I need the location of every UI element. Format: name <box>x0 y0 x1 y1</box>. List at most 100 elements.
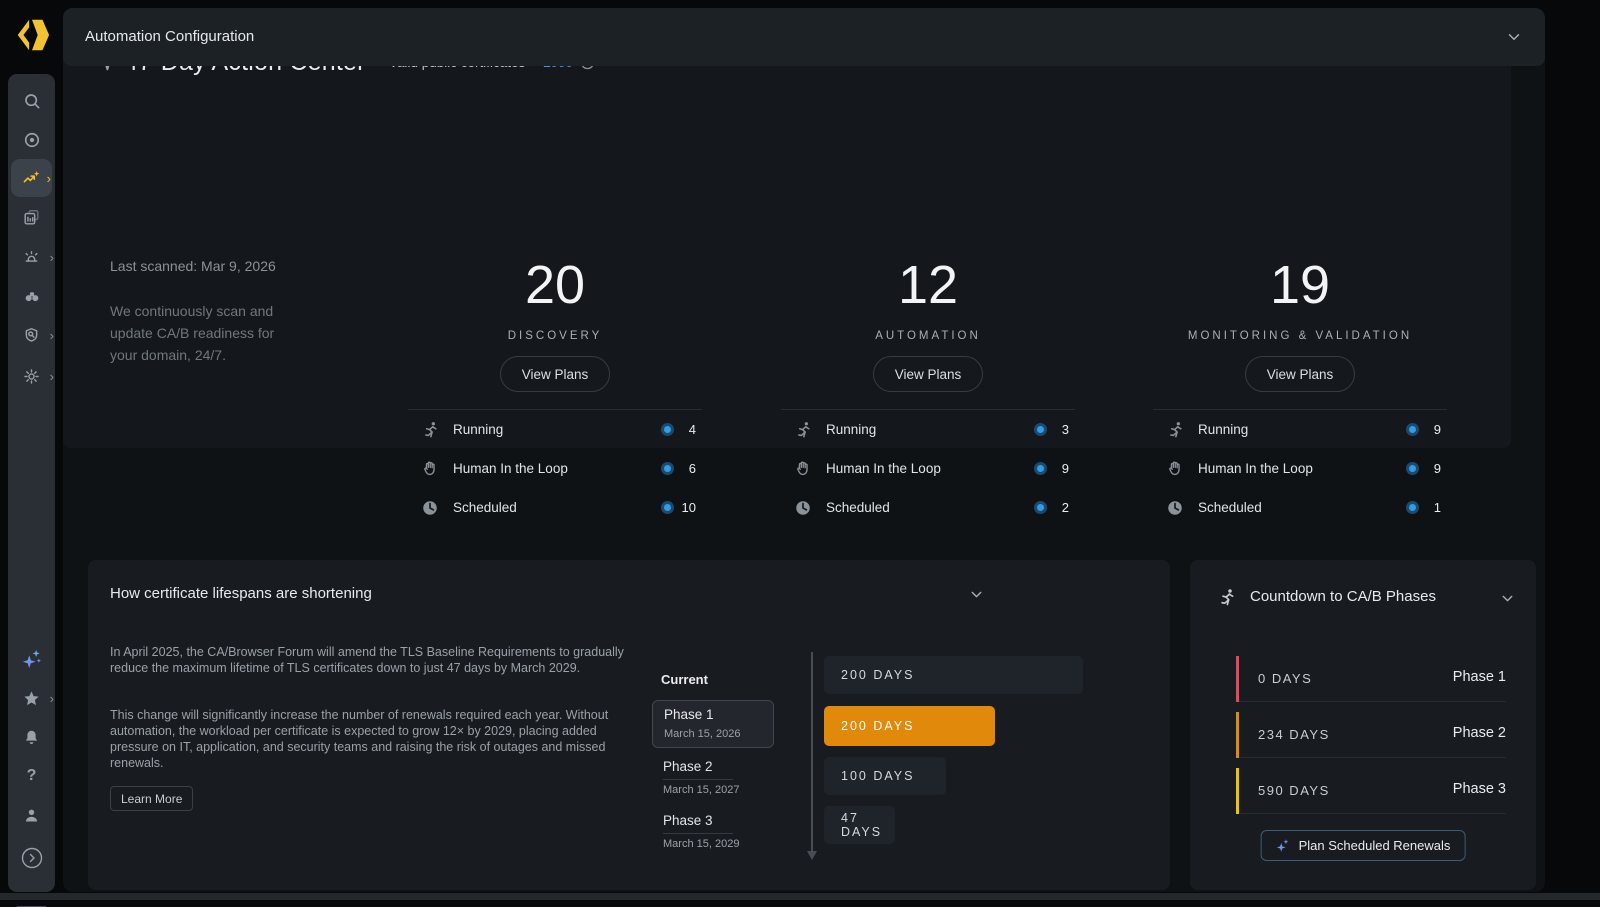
stat-column-discovery: 20 DISCOVERY View Plans Running 4 Human … <box>408 258 702 527</box>
stat-row-value: 2 <box>1062 500 1069 515</box>
stat-row-value: 6 <box>689 461 696 476</box>
lifespan-bar-100-days: 100 DAYS <box>824 757 946 795</box>
timeline-arrow <box>811 652 813 852</box>
view-plans-button[interactable]: View Plans <box>873 356 984 392</box>
account-person-icon[interactable] <box>8 796 55 834</box>
stat-count: 20 <box>408 258 702 312</box>
status-dot <box>1406 462 1419 475</box>
phase-1-item-selected[interactable]: Phase 1 March 15, 2026 <box>652 700 774 748</box>
lifespan-bar-200-days-highlighted: 200 DAYS <box>824 706 995 746</box>
phase-3-item[interactable]: Phase 3 March 15, 2029 <box>663 812 739 850</box>
countdown-days: 590 DAYS <box>1258 783 1330 798</box>
stat-row-scheduled[interactable]: Scheduled 10 <box>408 488 702 527</box>
view-plans-button[interactable]: View Plans <box>500 356 611 392</box>
lifespan-bar-200-days: 200 DAYS <box>824 656 1083 694</box>
bar-label: 47 DAYS <box>841 811 895 839</box>
lifespan-paragraph-2: This change will significantly increase … <box>110 707 630 771</box>
app-logo[interactable] <box>13 16 51 54</box>
automation-trend-icon <box>22 169 41 188</box>
expand-sidebar-button[interactable] <box>8 839 55 877</box>
countdown-phase: Phase 1 <box>1453 669 1506 685</box>
phase-date: March 15, 2029 <box>663 838 739 850</box>
stat-row-human-in-loop[interactable]: Human In the Loop 9 <box>1153 449 1447 488</box>
running-icon <box>793 420 813 440</box>
stat-row-running[interactable]: Running 9 <box>1153 410 1447 449</box>
stat-row-running[interactable]: Running 4 <box>408 410 702 449</box>
certificate-inspector-icon[interactable]: › <box>8 316 55 354</box>
stat-column-monitoring: 19 MONITORING & VALIDATION View Plans Ru… <box>1153 258 1447 527</box>
running-icon <box>1165 420 1185 440</box>
automation-configuration-header[interactable]: Automation Configuration <box>63 8 1545 66</box>
notifications-bell-icon[interactable] <box>8 718 55 756</box>
stat-row-scheduled[interactable]: Scheduled 2 <box>781 488 1075 527</box>
phase-date: March 15, 2026 <box>664 728 740 740</box>
lifespan-paragraph-1: In April 2025, the CA/Browser Forum will… <box>110 644 630 676</box>
status-dot <box>1034 423 1047 436</box>
view-plans-button[interactable]: View Plans <box>1245 356 1356 392</box>
phase-name: Phase 3 <box>663 813 733 834</box>
stat-row-value: 4 <box>689 422 696 437</box>
reports-icon[interactable] <box>8 198 55 236</box>
bar-label: 200 DAYS <box>841 668 914 682</box>
phase-name: Phase 2 <box>663 759 733 780</box>
stat-row-human-in-loop[interactable]: Human In the Loop 6 <box>408 449 702 488</box>
stat-row-scheduled[interactable]: Scheduled 1 <box>1153 488 1447 527</box>
stat-row-value: 9 <box>1434 422 1441 437</box>
status-dot <box>1406 501 1419 514</box>
stat-row-human-in-loop[interactable]: Human In the Loop 9 <box>781 449 1075 488</box>
stat-row-label: Scheduled <box>1198 500 1262 515</box>
chevron-right-icon: › <box>47 172 51 185</box>
search-icon[interactable] <box>8 82 55 120</box>
phase-name: Phase 1 <box>664 707 714 722</box>
ai-assistant-sparkles-icon[interactable] <box>8 640 55 678</box>
sidebar-item-automation-active[interactable]: › <box>11 159 52 197</box>
stat-column-automation: 12 AUTOMATION View Plans Running 3 Human… <box>781 258 1075 527</box>
stat-count: 12 <box>781 258 1075 312</box>
stat-count: 19 <box>1153 258 1447 312</box>
dashboard-icon[interactable] <box>8 121 55 159</box>
learn-more-button[interactable]: Learn More <box>110 786 193 811</box>
stat-row-label: Running <box>453 422 503 437</box>
stat-row-label: Scheduled <box>453 500 517 515</box>
automation-configuration-section: Automation Configuration Last scanned: M… <box>63 52 1511 448</box>
favorites-star-icon[interactable]: › <box>8 679 55 717</box>
alerts-icon[interactable]: › <box>8 238 55 276</box>
bar-label: 100 DAYS <box>841 769 914 783</box>
hand-icon <box>420 459 440 478</box>
chevron-down-icon[interactable] <box>1499 590 1516 607</box>
hand-icon <box>793 459 813 478</box>
stat-row-value: 9 <box>1062 461 1069 476</box>
running-icon <box>420 420 440 440</box>
stat-row-value: 1 <box>1434 500 1441 515</box>
discovery-icon[interactable] <box>8 277 55 315</box>
chevron-down-icon[interactable] <box>968 586 985 603</box>
help-icon[interactable]: ? <box>8 757 55 795</box>
status-dot <box>661 501 674 514</box>
plan-scheduled-renewals-button[interactable]: Plan Scheduled Renewals <box>1261 830 1466 861</box>
phase-date: March 15, 2027 <box>663 784 739 796</box>
settings-gear-icon[interactable]: › <box>8 357 55 395</box>
clock-icon <box>1165 499 1185 517</box>
chevron-down-icon[interactable] <box>1505 28 1523 46</box>
bottom-edge-strip <box>0 893 1600 900</box>
stat-row-label: Human In the Loop <box>826 461 941 476</box>
lifespan-bar-47-days: 47 DAYS <box>824 806 895 844</box>
status-dot <box>661 423 674 436</box>
lifespan-card-title: How certificate lifespans are shortening <box>110 585 372 602</box>
countdown-row-phase-1: 0 DAYS Phase 1 <box>1236 656 1506 702</box>
phase-2-item[interactable]: Phase 2 March 15, 2027 <box>663 758 739 796</box>
current-phase-label: Current <box>661 672 708 687</box>
bar-label: 200 DAYS <box>841 719 914 733</box>
stat-row-value: 9 <box>1434 461 1441 476</box>
stat-label: AUTOMATION <box>781 330 1075 342</box>
button-label: Plan Scheduled Renewals <box>1299 838 1451 853</box>
chevron-right-icon: › <box>50 329 54 342</box>
lifespan-card: How certificate lifespans are shortening… <box>88 560 1170 890</box>
stat-row-running[interactable]: Running 3 <box>781 410 1075 449</box>
countdown-phase: Phase 3 <box>1453 781 1506 797</box>
stat-row-value: 3 <box>1062 422 1069 437</box>
clock-icon <box>793 499 813 517</box>
status-dot <box>1034 501 1047 514</box>
stat-row-label: Running <box>826 422 876 437</box>
stat-row-label: Running <box>1198 422 1248 437</box>
